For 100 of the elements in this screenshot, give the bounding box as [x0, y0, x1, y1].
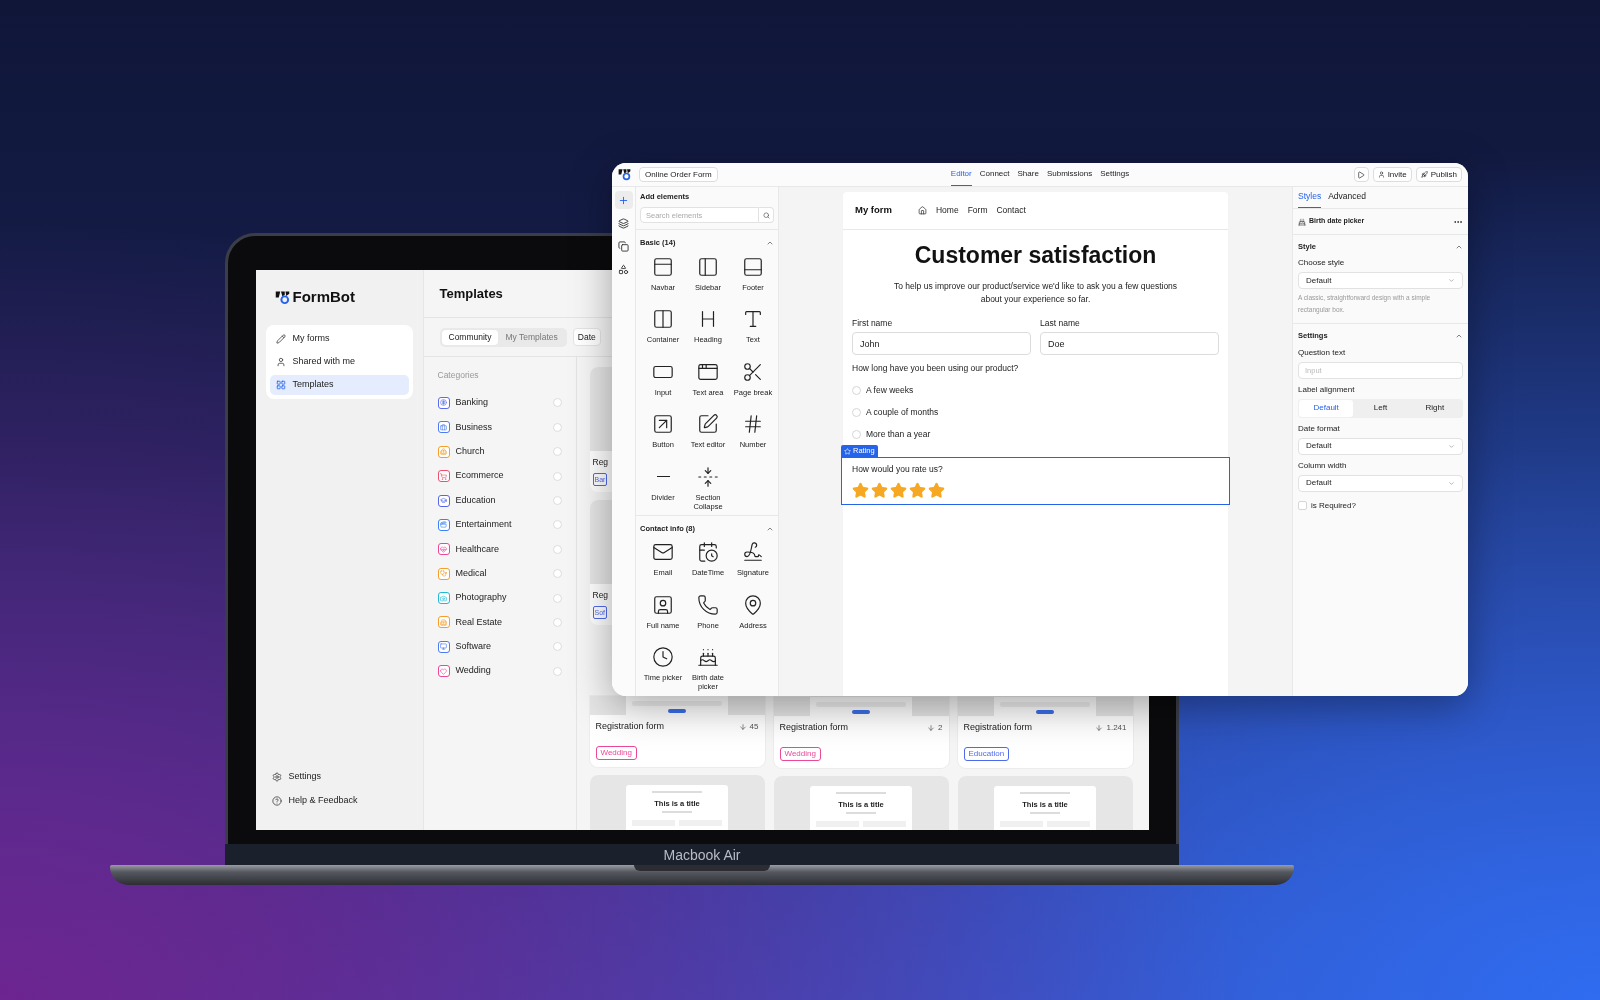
logo-icon — [274, 289, 290, 305]
template-card[interactable]: Registration form 1.241 Education — [957, 697, 1133, 768]
category-checkbox[interactable] — [552, 520, 562, 530]
divider-icon — [656, 475, 670, 478]
category-tag: Education — [963, 746, 1010, 761]
navbar-icon — [652, 255, 674, 278]
category-checkbox[interactable] — [552, 471, 562, 481]
text-icon — [742, 308, 764, 330]
nav-link[interactable]: Form — [963, 204, 988, 217]
laptop-label: Macbook Air — [663, 847, 741, 862]
tab[interactable]: Share — [1017, 163, 1039, 186]
category-checkbox[interactable] — [552, 496, 562, 505]
template-card[interactable]: Registration form 45 Wedding — [589, 696, 765, 767]
column-width-select[interactable]: Default — [1298, 474, 1463, 492]
text-field[interactable]: Doe — [1040, 332, 1219, 356]
chevron-down-icon — [1448, 442, 1455, 450]
star-icon[interactable] — [852, 481, 869, 499]
alignment-option[interactable]: Default — [1299, 399, 1354, 417]
hash-icon — [742, 413, 764, 435]
download-count: 45 — [749, 720, 759, 733]
calendar-clock-icon — [697, 541, 719, 564]
card-title: Registration form — [595, 720, 665, 733]
category-label: Education — [455, 493, 496, 507]
grid-icon — [275, 379, 286, 390]
search-icon — [762, 211, 770, 219]
chevron-down-icon — [1448, 479, 1455, 487]
option-label: More than a year — [866, 427, 931, 441]
field-label: Label alignment — [1298, 383, 1356, 396]
card-title: Registration form — [963, 721, 1033, 734]
question-label: How long have you been using our product? — [852, 362, 1020, 375]
rating-block[interactable]: How would you rate us? — [841, 457, 1230, 505]
category-label: Ecommerce — [455, 469, 504, 483]
tab[interactable]: Submissions — [1046, 163, 1093, 186]
download-count: 1.241 — [1106, 721, 1127, 734]
category-label: Church — [455, 444, 485, 458]
star-icon[interactable] — [871, 481, 888, 499]
category-checkbox[interactable] — [552, 398, 562, 408]
nav-link[interactable]: Contact — [992, 204, 1026, 217]
footer-icon — [742, 255, 764, 278]
star-icon[interactable] — [890, 481, 907, 499]
tab[interactable]: My Templates — [498, 329, 565, 345]
checkbox[interactable] — [1298, 501, 1307, 510]
publish-button[interactable]: Publish — [1415, 167, 1462, 182]
date-format-select[interactable]: Default — [1298, 437, 1463, 455]
arrow-square-icon — [652, 413, 674, 435]
rail-button[interactable] — [614, 191, 633, 209]
field-label: Date format — [1298, 422, 1341, 435]
style-select[interactable]: Default — [1298, 272, 1463, 290]
field-label: Column width — [1298, 459, 1348, 472]
category-label: Wedding — [455, 664, 491, 678]
form-heading: Customer satisfaction — [913, 241, 1158, 270]
nav-item[interactable]: Templates — [269, 374, 409, 395]
pencil-icon — [275, 333, 286, 344]
chevron-down-icon — [1448, 277, 1455, 285]
category-checkbox[interactable] — [552, 642, 562, 652]
settings-icon — [271, 772, 282, 782]
nav-item[interactable]: Help & Feedback — [271, 792, 413, 810]
search-button[interactable] — [759, 207, 774, 224]
alignment-option[interactable]: Left — [1353, 399, 1408, 417]
checkbox-label: is Required? — [1311, 499, 1356, 512]
category-label: Software — [455, 640, 492, 654]
tab[interactable]: Connect — [979, 163, 1010, 186]
nav-item[interactable]: Settings — [271, 768, 413, 786]
layers-icon — [618, 217, 629, 229]
nav-link[interactable]: Home — [931, 204, 959, 217]
invite-button[interactable]: Invite — [1372, 167, 1412, 182]
page-title: Templates — [439, 284, 503, 303]
category-label: Business — [455, 420, 493, 434]
download-icon — [927, 723, 936, 732]
text-field[interactable]: John — [852, 332, 1031, 356]
edit-icon — [697, 413, 719, 435]
category-checkbox[interactable] — [552, 422, 562, 432]
collapse-icon — [697, 465, 719, 488]
option-label: A few weeks — [866, 383, 914, 397]
tab[interactable]: Editor — [950, 163, 972, 186]
user-icon — [275, 356, 286, 367]
category-tag: Wedding — [595, 745, 637, 760]
alignment-option[interactable]: Right — [1407, 399, 1462, 417]
category-checkbox[interactable] — [552, 617, 562, 627]
date-filter-button[interactable]: Date — [572, 328, 601, 346]
category-label: Real Estate — [455, 615, 503, 629]
phone-icon — [697, 593, 719, 616]
category-checkbox[interactable] — [552, 544, 562, 554]
field-label: First name — [852, 316, 894, 330]
form-name-button[interactable]: Online Order Form — [639, 167, 718, 182]
tab[interactable]: Community — [441, 329, 499, 345]
cake-icon — [1298, 217, 1306, 226]
card-title: Registration form — [779, 721, 849, 734]
category-checkbox[interactable] — [552, 447, 562, 457]
category-checkbox[interactable] — [552, 666, 562, 676]
star-icon[interactable] — [928, 481, 945, 499]
category-checkbox[interactable] — [552, 593, 562, 603]
template-card[interactable]: Registration form 2 Wedding — [773, 697, 949, 768]
star-icon[interactable] — [909, 481, 926, 499]
tab[interactable]: Advanced — [1328, 190, 1366, 208]
tab[interactable]: Settings — [1100, 163, 1130, 186]
tab[interactable]: Styles — [1298, 190, 1322, 208]
category-checkbox[interactable] — [552, 569, 562, 579]
preview-button[interactable] — [1353, 167, 1369, 182]
category-label: Entertainment — [455, 518, 512, 532]
